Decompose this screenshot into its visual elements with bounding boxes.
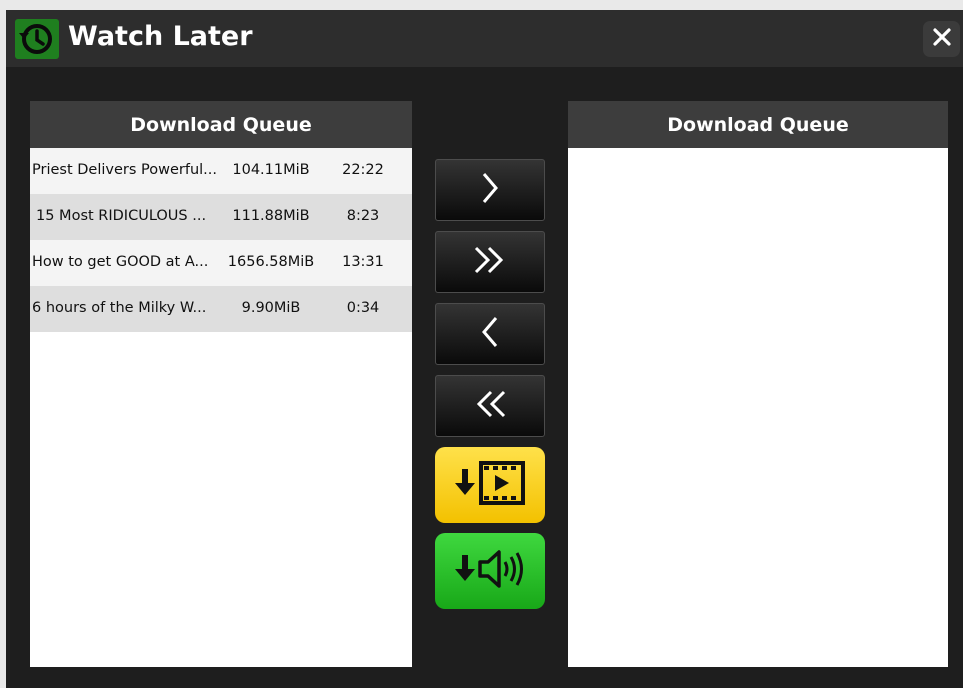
download-audio-button[interactable]: [435, 533, 545, 609]
move-right-button[interactable]: [435, 159, 545, 221]
window-title: Watch Later: [68, 21, 253, 52]
move-all-left-button[interactable]: [435, 375, 545, 437]
right-queue-list[interactable]: [568, 148, 948, 667]
move-all-right-button[interactable]: [435, 231, 545, 293]
table-row[interactable]: 6 hours of the Milky W... 9.90MiB 0:34: [30, 286, 412, 332]
table-row[interactable]: How to get GOOD at A... 1656.58MiB 13:31: [30, 240, 412, 286]
video-duration: 22:22: [342, 162, 384, 178]
video-duration: 8:23: [346, 208, 380, 224]
history-clock-icon: [15, 19, 59, 59]
download-video-icon: [445, 452, 535, 519]
table-row[interactable]: Priest Delivers Powerful... 104.11MiB 22…: [30, 148, 412, 194]
title-bar: Watch Later: [6, 10, 963, 67]
watch-later-window: Watch Later Download Queue Priest Delive…: [6, 10, 963, 688]
video-size: 1656.58MiB: [227, 254, 315, 270]
right-download-queue-panel: Download Queue: [568, 101, 948, 667]
video-title: 15 Most RIDICULOUS ...: [36, 208, 207, 224]
left-download-queue-panel: Download Queue Priest Delivers Powerful.…: [30, 101, 412, 667]
move-left-button[interactable]: [435, 303, 545, 365]
double-chevron-right-icon: [470, 240, 510, 285]
video-size: 104.11MiB: [232, 162, 310, 178]
video-duration: 13:31: [342, 254, 384, 270]
left-panel-header: Download Queue: [30, 101, 412, 148]
video-title: 6 hours of the Milky W...: [32, 300, 207, 316]
double-chevron-left-icon: [470, 384, 510, 429]
video-title: How to get GOOD at A...: [32, 254, 209, 270]
download-video-button[interactable]: [435, 447, 545, 523]
download-audio-icon: [445, 538, 535, 605]
right-panel-header: Download Queue: [568, 101, 948, 148]
chevron-left-icon: [475, 312, 505, 357]
chevron-right-icon: [475, 168, 505, 213]
video-size: 9.90MiB: [241, 300, 301, 316]
table-row[interactable]: 15 Most RIDICULOUS ... 111.88MiB 8:23: [30, 194, 412, 240]
close-icon: [931, 26, 953, 53]
left-queue-list[interactable]: Priest Delivers Powerful... 104.11MiB 22…: [30, 148, 412, 332]
close-button[interactable]: [923, 21, 960, 57]
video-size: 111.88MiB: [232, 208, 310, 224]
video-title: Priest Delivers Powerful...: [32, 162, 218, 178]
video-duration: 0:34: [346, 300, 380, 316]
